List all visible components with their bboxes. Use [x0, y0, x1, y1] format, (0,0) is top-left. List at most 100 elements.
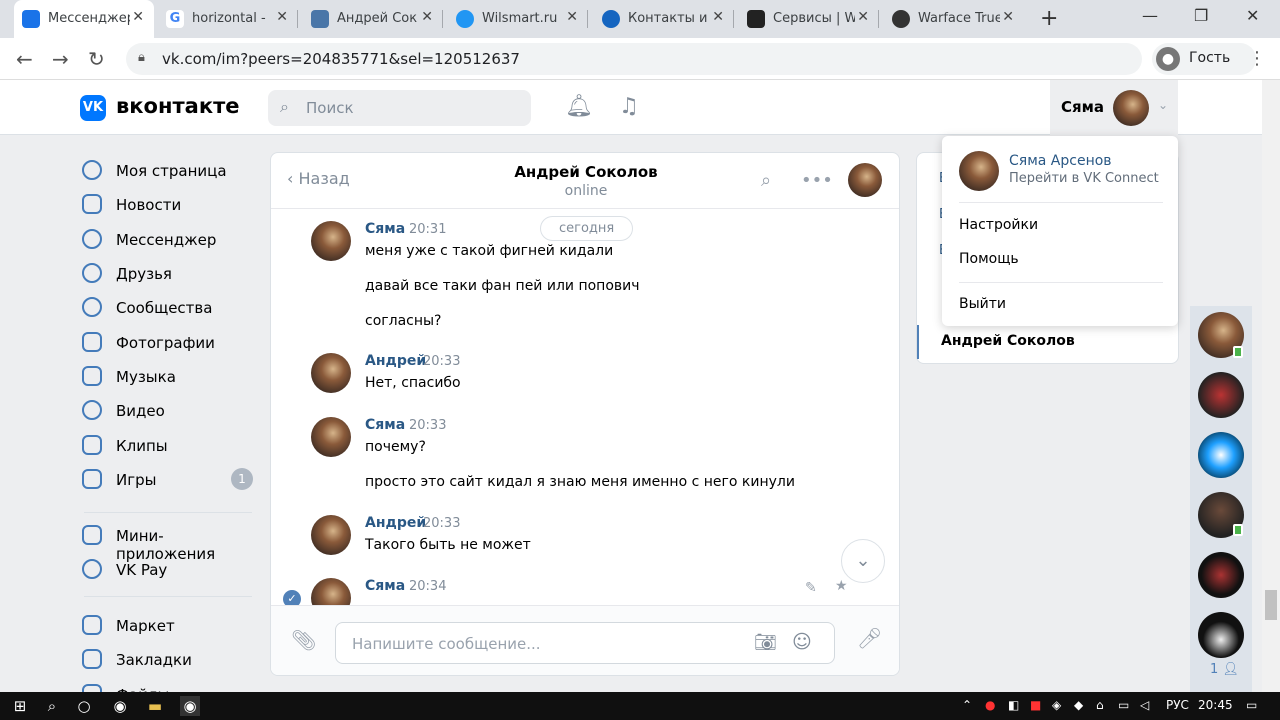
friend-avatar[interactable]	[1198, 612, 1244, 658]
browser-tab[interactable]: Андрей Сок ✕	[303, 0, 443, 38]
folder-icon[interactable]: ▬	[145, 696, 165, 716]
browser-tab[interactable]: Сервисы | W ✕	[739, 0, 879, 38]
nav-item-vk-pay[interactable]: VK Pay	[80, 551, 255, 585]
forward-arrow-icon[interactable]: →	[52, 47, 69, 71]
network-icon[interactable]: ⌂	[1096, 698, 1104, 712]
message-time[interactable]: 20:34	[409, 579, 446, 594]
profile-menu-button[interactable]: Сяма ⌄	[1050, 80, 1178, 135]
nav-item-clips[interactable]: Клипы	[80, 427, 255, 461]
search-icon[interactable]: ⌕	[42, 696, 62, 716]
search-input[interactable]: ⌕ Поиск	[268, 90, 531, 126]
nav-item-messenger[interactable]: Мессенджер	[80, 221, 255, 255]
menu-item-logout[interactable]: Выйти	[959, 296, 1006, 312]
profile-name-link[interactable]: Сяма Арсенов	[1009, 153, 1112, 169]
page-scrollbar[interactable]	[1262, 80, 1280, 692]
music-note-icon[interactable]: ♫	[619, 94, 639, 119]
menu-kebab-icon[interactable]: ⋮	[1248, 48, 1266, 69]
message-time[interactable]: 20:33	[423, 516, 460, 531]
message-time[interactable]: 20:31	[409, 222, 446, 237]
bell-icon[interactable]: 🔔︎	[565, 94, 593, 119]
close-window-icon[interactable]: ✕	[1246, 6, 1259, 25]
restore-icon[interactable]: ❐	[1194, 6, 1208, 25]
nav-item-games[interactable]: Игры 1	[80, 461, 255, 495]
nav-item-communities[interactable]: Сообщества	[80, 289, 255, 323]
vk-logo-icon[interactable]: VK	[80, 95, 106, 121]
avatar[interactable]	[311, 515, 351, 555]
browser-tab[interactable]: Контакты и ✕	[594, 0, 734, 38]
message-input[interactable]: Напишите сообщение... 📷︎ ☺	[335, 622, 835, 664]
guest-profile-button[interactable]: ● Гость	[1152, 43, 1256, 75]
edit-pencil-icon[interactable]: ✎	[805, 580, 817, 596]
nav-item-friends[interactable]: Друзья	[80, 255, 255, 289]
nav-item-photos[interactable]: Фотографии	[80, 324, 255, 358]
close-tab-icon[interactable]: ✕	[712, 9, 724, 25]
nav-item-music[interactable]: Музыка	[80, 358, 255, 392]
nav-item-mini-apps[interactable]: Мини-приложения	[80, 517, 255, 563]
language-indicator[interactable]: РУС	[1166, 698, 1189, 712]
message-author[interactable]: Андрей	[365, 515, 426, 531]
emoji-icon[interactable]: ☺	[792, 631, 812, 653]
nav-item-my-page[interactable]: Моя страница	[80, 152, 255, 186]
avatar[interactable]	[959, 151, 999, 191]
avatar[interactable]	[311, 353, 351, 393]
friends-count[interactable]: 1 👤︎	[1210, 662, 1239, 677]
nav-item-bookmarks[interactable]: Закладки	[80, 641, 255, 675]
tray-app-icon[interactable]: ◧	[1008, 698, 1019, 712]
volume-icon[interactable]: ◁	[1140, 698, 1149, 712]
new-tab-button[interactable]: +	[1040, 6, 1058, 31]
back-arrow-icon[interactable]: ←	[16, 47, 33, 71]
friend-avatar[interactable]	[1198, 552, 1244, 598]
vk-logo-text[interactable]: вконтакте	[116, 94, 240, 118]
browser-tab[interactable]: Wilsmart.ru ✕	[448, 0, 588, 38]
message-author[interactable]: Сяма	[365, 221, 405, 237]
battery-icon[interactable]: ▭	[1118, 698, 1129, 712]
vk-connect-link[interactable]: Перейти в VK Connect	[1009, 171, 1159, 186]
menu-item-help[interactable]: Помощь	[959, 251, 1019, 267]
close-tab-icon[interactable]: ✕	[857, 9, 869, 25]
nav-item-video[interactable]: Видео	[80, 392, 255, 426]
close-tab-icon[interactable]: ✕	[1002, 9, 1014, 25]
close-tab-icon[interactable]: ✕	[132, 9, 144, 25]
avatar[interactable]	[311, 221, 351, 261]
windows-start-icon[interactable]: ⊞	[10, 696, 30, 716]
more-dots-icon[interactable]: •••	[801, 170, 833, 191]
nav-item-news[interactable]: Новости	[80, 186, 255, 220]
reload-icon[interactable]: ↻	[88, 47, 105, 71]
microphone-icon[interactable]: 🎤︎	[857, 626, 882, 650]
scroll-down-button[interactable]: ⌄	[841, 539, 885, 583]
scrollbar-thumb[interactable]	[1265, 590, 1277, 620]
message-author[interactable]: Андрей	[365, 353, 426, 369]
notification-icon[interactable]: ▭	[1246, 698, 1257, 712]
address-bar[interactable]: 🔒︎ vk.com/im?peers=204835771&sel=1205126…	[126, 43, 1142, 75]
menu-item-settings[interactable]: Настройки	[959, 217, 1038, 233]
close-tab-icon[interactable]: ✕	[421, 9, 433, 25]
task-view-icon[interactable]: ○	[74, 696, 94, 716]
message-author[interactable]: Сяма	[365, 578, 405, 594]
chrome-icon[interactable]: ◉	[110, 696, 130, 716]
tray-app-icon[interactable]: ◈	[1052, 698, 1061, 712]
tray-app-icon[interactable]: ■	[1030, 698, 1041, 712]
friend-avatar[interactable]	[1198, 372, 1244, 418]
search-icon[interactable]: ⌕	[761, 170, 771, 191]
star-icon[interactable]: ★	[835, 578, 848, 594]
tray-app-icon[interactable]: ◆	[1074, 698, 1083, 712]
friend-avatar[interactable]	[1198, 432, 1244, 478]
minimize-icon[interactable]: —	[1142, 6, 1158, 25]
browser-tab[interactable]: Warface True ✕	[884, 0, 1024, 38]
close-tab-icon[interactable]: ✕	[276, 9, 288, 25]
conversation-item-selected[interactable]: Андрей Соколов	[917, 325, 1180, 359]
nav-item-market[interactable]: Маркет	[80, 607, 255, 641]
message-author[interactable]: Сяма	[365, 417, 405, 433]
yandex-icon[interactable]: ●	[985, 698, 995, 712]
avatar[interactable]	[848, 163, 882, 197]
close-tab-icon[interactable]: ✕	[566, 9, 578, 25]
paperclip-icon[interactable]: 📎︎	[291, 628, 316, 652]
browser-tab-messenger[interactable]: Мессенджер ✕	[14, 0, 154, 38]
camera-icon[interactable]: 📷︎	[754, 632, 777, 653]
tray-chevron-icon[interactable]: ⌃	[962, 698, 972, 712]
browser-tab[interactable]: G horizontal - ✕	[158, 0, 298, 38]
chrome-icon[interactable]: ◉	[180, 696, 200, 716]
avatar[interactable]	[311, 417, 351, 457]
message-time[interactable]: 20:33	[409, 418, 446, 433]
clock[interactable]: 20:45	[1198, 698, 1233, 712]
